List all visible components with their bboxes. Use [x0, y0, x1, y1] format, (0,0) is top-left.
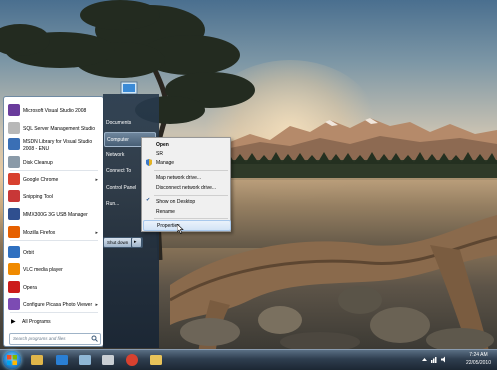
start-pinned-item-label: VLC media player: [23, 267, 63, 273]
ctx-manage-label: Manage: [156, 160, 175, 166]
picasa-icon: [8, 298, 20, 310]
all-programs-button[interactable]: ▶ All Programs: [6, 316, 101, 328]
disk-cleanup-icon: [8, 156, 20, 168]
start-pinned-item-label: Configure Picasa Photo Viewer: [23, 302, 93, 308]
search-placeholder: Search programs and files: [13, 336, 66, 341]
firefox-icon: [8, 226, 20, 238]
start-button[interactable]: [3, 351, 21, 369]
taskbar-pinned-button[interactable]: [146, 351, 166, 369]
chrome-icon: [8, 173, 20, 185]
start-menu-programs-pane: Microsoft Visual Studio 2008 SQL Server M…: [3, 96, 104, 347]
taskbar-pinned-button[interactable]: [122, 351, 142, 369]
system-tray: 7:24 AM 22/05/2010: [417, 350, 497, 370]
clock-date: 22/05/2010: [465, 360, 491, 366]
start-search-input[interactable]: Search programs and files: [9, 333, 101, 345]
checkmark-icon: ✔: [146, 197, 151, 203]
opera-icon: [8, 281, 20, 293]
start-pinned-item-label: Snipping Tool: [23, 194, 53, 200]
ctx-show-on-desktop-label: Show on Desktop: [156, 199, 196, 205]
ctx-sr-label: SR: [156, 151, 163, 157]
folder-icon: [150, 355, 162, 365]
ctx-show-on-desktop[interactable]: ✔ Show on Desktop: [143, 197, 229, 206]
taskbar-pinned-button[interactable]: [52, 351, 72, 369]
start-pinned-item-label: SQL Server Management Studio: [23, 126, 96, 132]
wallpaper-rocks: [180, 286, 494, 349]
start-pinned-item-label: Mozilla Firefox: [23, 230, 56, 236]
ctx-manage[interactable]: Manage: [143, 158, 229, 167]
volume-icon[interactable]: [441, 356, 448, 363]
start-pinned-item-label: Disk Cleanup: [23, 160, 53, 166]
ctx-map-network-drive[interactable]: Map network drive...: [143, 173, 229, 182]
explorer-icon: [31, 355, 43, 365]
start-pinned-item-label: MSDN Library for Visual Studio 2008 - EN…: [23, 139, 93, 152]
start-item-connect-to-label: Connect To: [106, 168, 132, 174]
jumplist-arrow-icon[interactable]: ▸: [95, 177, 98, 183]
search-icon: [91, 335, 98, 342]
start-item-documents-label: Documents: [106, 120, 132, 126]
visual-studio-icon: [8, 104, 20, 116]
ctx-sr[interactable]: SR: [143, 149, 229, 158]
vlc-icon: [8, 263, 20, 275]
start-pinned-item-label: Microsoft Visual Studio 2008: [23, 108, 87, 114]
shutdown-label: Shut down: [107, 240, 129, 245]
tray-arrow-icon[interactable]: [421, 356, 428, 363]
snipping-tool-icon: [8, 190, 20, 202]
taskbar-clock[interactable]: 7:24 AM 22/05/2010: [466, 351, 491, 367]
clock-time: 7:24 AM: [469, 352, 488, 358]
ctx-map-network-drive-label: Map network drive...: [156, 175, 202, 181]
start-item-documents[interactable]: Documents: [104, 116, 154, 129]
uac-shield-icon: [146, 159, 152, 166]
chrome-icon: [126, 354, 138, 366]
all-programs-arrow-icon: ▶: [11, 319, 16, 325]
jumplist-arrow-icon[interactable]: ▸: [95, 230, 98, 236]
start-pinned-item-label: MMX300G 3G USB Manager: [23, 212, 88, 218]
ctx-separator: [154, 170, 228, 171]
start-item-control-panel-label: Control Panel: [106, 185, 137, 191]
taskbar-pinned-button[interactable]: [27, 351, 47, 369]
usb-manager-icon: [8, 208, 20, 220]
shutdown-options-button[interactable]: ▸: [131, 237, 142, 248]
mouse-cursor-icon: [177, 224, 184, 234]
programs-separator: [10, 312, 98, 313]
taskbar: 7:24 AM 22/05/2010: [0, 349, 497, 370]
windows-logo-icon: [7, 355, 17, 365]
taskbar-pinned-button[interactable]: [75, 351, 95, 369]
computer-context-menu: Open SR Manage Map network drive... Disc…: [141, 137, 231, 232]
ctx-separator: [154, 195, 228, 196]
msdn-library-icon: [8, 138, 20, 150]
taskbar-pinned-button[interactable]: [98, 351, 118, 369]
start-pinned-item-label: Orbit: [23, 250, 34, 256]
start-item-computer-label: Computer: [107, 137, 129, 143]
ctx-disconnect-network-drive-label: Disconnect network drive...: [156, 185, 217, 191]
start-pinned-item-label: Opera: [23, 285, 37, 291]
paint-icon: [79, 355, 91, 365]
orbit-icon: [8, 246, 20, 258]
programs-separator: [10, 240, 98, 241]
ctx-separator: [154, 218, 228, 219]
sql-server-icon: [8, 122, 20, 134]
ctx-rename[interactable]: Rename: [143, 207, 229, 216]
shutdown-arrow-icon: ▸: [134, 239, 137, 245]
start-item-network-label: Network: [106, 152, 125, 158]
start-pinned-item-label: Google Chrome: [23, 177, 59, 183]
ctx-properties[interactable]: Properties: [143, 220, 231, 231]
ctx-rename-label: Rename: [156, 209, 175, 215]
ctx-open-label: Open: [156, 142, 169, 148]
jumplist-arrow-icon[interactable]: ▸: [95, 302, 98, 308]
ctx-open[interactable]: Open: [143, 140, 229, 149]
start-item-run-label: Run...: [106, 201, 120, 207]
network-icon[interactable]: [431, 356, 438, 363]
all-programs-label: All Programs: [22, 319, 51, 325]
tools-icon: [102, 355, 114, 365]
ctx-disconnect-network-drive[interactable]: Disconnect network drive...: [143, 183, 229, 192]
media-player-icon: [56, 355, 68, 365]
